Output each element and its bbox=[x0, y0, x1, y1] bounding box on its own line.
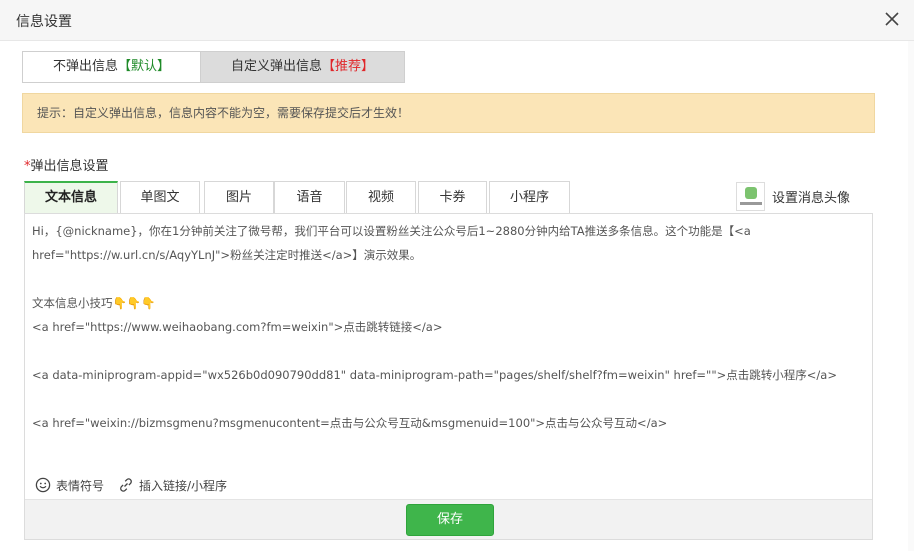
custom-popup-option[interactable]: 自定义弹出信息【推荐】 bbox=[200, 52, 404, 82]
scrollbar[interactable] bbox=[908, 41, 914, 551]
editor-toolbar: 表情符号 插入链接/小程序 bbox=[35, 475, 241, 495]
no-popup-option[interactable]: 不弹出信息【默认】 bbox=[23, 52, 200, 82]
notice-banner: 提示：自定义弹出信息，信息内容不能为空，需要保存提交后才生效！ bbox=[22, 93, 875, 133]
editor-line-tips: 文本信息小技巧👇👇👇 bbox=[32, 291, 867, 315]
tab-image[interactable]: 图片 bbox=[204, 181, 274, 214]
link-icon bbox=[120, 478, 132, 492]
tab-card-coupon[interactable]: 卡券 bbox=[418, 181, 487, 214]
editor-line: <a data-miniprogram-appid="wx526b0d09079… bbox=[32, 368, 837, 382]
recommended-tag: 【推荐】 bbox=[322, 59, 375, 74]
emoji-label: 表情符号 bbox=[56, 478, 105, 493]
dialog-titlebar: 信息设置 bbox=[0, 0, 914, 41]
close-icon bbox=[885, 12, 899, 26]
save-button[interactable]: 保存 bbox=[406, 504, 494, 536]
editor-line: href="https://w.url.cn/s/AqyYLnJ">粉丝关注定时… bbox=[32, 248, 422, 262]
tab-mini-program[interactable]: 小程序 bbox=[489, 181, 570, 214]
tips-text: 文本信息小技巧 bbox=[32, 296, 113, 310]
default-tag: 【默认】 bbox=[118, 59, 171, 74]
smiley-icon bbox=[35, 477, 51, 493]
notice-text: 提示：自定义弹出信息，信息内容不能为空，需要保存提交后才生效！ bbox=[37, 106, 410, 120]
avatar bbox=[736, 181, 765, 211]
custom-popup-label: 自定义弹出信息 bbox=[230, 59, 322, 74]
insert-link-button[interactable]: 插入链接/小程序 bbox=[118, 477, 227, 494]
editor-line: <a href="https://www.weihaobang.com?fm=w… bbox=[32, 320, 443, 334]
tab-text-message[interactable]: 文本信息 bbox=[24, 181, 118, 214]
set-avatar-label: 设置消息头像 bbox=[772, 190, 851, 206]
dialog-title: 信息设置 bbox=[16, 14, 72, 30]
tab-single-article[interactable]: 单图文 bbox=[120, 181, 200, 214]
section-title: 弹出信息设置 bbox=[30, 159, 109, 174]
tab-voice[interactable]: 语音 bbox=[274, 181, 345, 214]
emoji-button[interactable]: 表情符号 bbox=[35, 477, 104, 494]
tab-video[interactable]: 视频 bbox=[346, 181, 416, 214]
editor-content[interactable]: Hi，{@nickname}，你在1分钟前关注了微号帮，我们平台可以设置粉丝关注… bbox=[32, 219, 867, 435]
message-editor[interactable]: Hi，{@nickname}，你在1分钟前关注了微号帮，我们平台可以设置粉丝关注… bbox=[24, 213, 873, 540]
editor-line: <a href="weixin://bizmsgmenu?msgmenucont… bbox=[32, 416, 668, 430]
editor-line: Hi，{@nickname}，你在1分钟前关注了微号帮，我们平台可以设置粉丝关注… bbox=[32, 224, 751, 238]
footer-bar: 保存 bbox=[25, 499, 872, 539]
close-button[interactable] bbox=[882, 9, 902, 29]
set-message-avatar-button[interactable]: 设置消息头像 bbox=[736, 181, 850, 211]
no-popup-label: 不弹出信息 bbox=[52, 59, 118, 74]
insert-link-label: 插入链接/小程序 bbox=[139, 478, 228, 493]
section-label: *弹出信息设置 bbox=[24, 155, 109, 174]
popup-mode-switch: 不弹出信息【默认】 自定义弹出信息【推荐】 bbox=[22, 51, 405, 83]
pointing-down-icon: 👇👇👇 bbox=[112, 296, 156, 310]
